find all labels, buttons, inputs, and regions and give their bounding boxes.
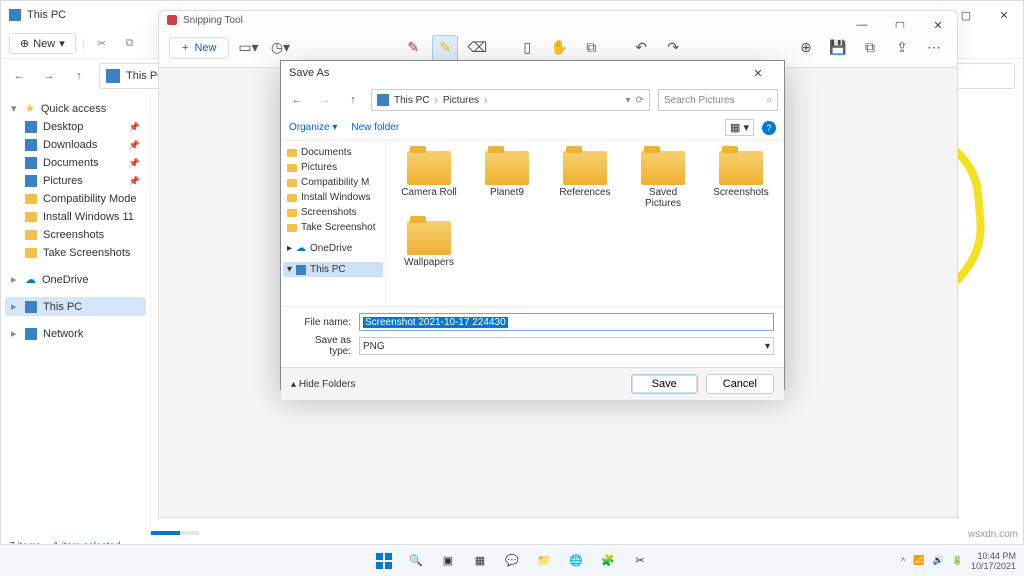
sa-side-onedrive[interactable]: ▸☁OneDrive bbox=[283, 241, 383, 256]
widgets-button[interactable]: ▦ bbox=[467, 548, 493, 574]
filename-label: File name: bbox=[291, 317, 351, 328]
hide-folders-button[interactable]: ▴ Hide Folders bbox=[291, 379, 356, 390]
search-button[interactable]: 🔍 bbox=[403, 548, 429, 574]
chrome-taskbar-icon[interactable]: 🌐 bbox=[563, 548, 589, 574]
sa-folder[interactable]: Planet9 bbox=[470, 147, 544, 213]
sa-side-item[interactable]: Documents bbox=[283, 145, 383, 160]
sa-side-thispc[interactable]: ▾This PC bbox=[283, 262, 383, 277]
sa-sidebar: Documents Pictures Compatibility M Insta… bbox=[281, 141, 386, 306]
sa-address-bar[interactable]: This PC› Pictures› ▾ ⟳ bbox=[371, 89, 650, 111]
sidebar-item[interactable]: Compatibility Mode bbox=[5, 190, 146, 208]
new-button[interactable]: ⊕ New ▾ bbox=[9, 33, 76, 54]
chat-button[interactable]: 💬 bbox=[499, 548, 525, 574]
more-icon[interactable]: ⋯ bbox=[921, 35, 947, 61]
sa-up-icon[interactable]: ↑ bbox=[343, 90, 363, 110]
fe-sidebar: ▾★Quick access Desktop📌 Downloads📌 Docum… bbox=[1, 93, 151, 527]
close-button[interactable]: ✕ bbox=[985, 1, 1023, 29]
organize-button[interactable]: Organize ▾ bbox=[289, 122, 337, 133]
new-folder-button[interactable]: New folder bbox=[351, 122, 399, 133]
cut-icon[interactable]: ✂ bbox=[91, 33, 113, 55]
touch-icon[interactable]: ✋ bbox=[546, 35, 572, 61]
volume-icon[interactable]: 🔊 bbox=[933, 555, 944, 566]
sidebar-item[interactable]: Downloads📌 bbox=[5, 136, 146, 154]
help-icon[interactable]: ? bbox=[762, 121, 776, 135]
delay-icon[interactable]: ◷▾ bbox=[267, 35, 293, 61]
fe-title-text: This PC bbox=[27, 9, 66, 21]
pen-red-icon[interactable]: ✎ bbox=[400, 35, 426, 61]
sa-folder[interactable]: Saved Pictures bbox=[626, 147, 700, 213]
sa-file-area[interactable]: Camera Roll Planet9 References Saved Pic… bbox=[386, 141, 784, 306]
start-button[interactable] bbox=[371, 548, 397, 574]
sa-side-item[interactable]: Install Windows bbox=[283, 190, 383, 205]
battery-icon[interactable]: 🔋 bbox=[952, 555, 963, 566]
sidebar-item[interactable]: Take Screenshots bbox=[5, 244, 146, 262]
save-button[interactable]: Save bbox=[631, 374, 698, 394]
highlighter-icon[interactable]: ✎ bbox=[432, 35, 458, 61]
explorer-taskbar-icon[interactable]: 📁 bbox=[531, 548, 557, 574]
search-icon: ⌕ bbox=[766, 95, 772, 106]
sidebar-item[interactable]: Documents📌 bbox=[5, 154, 146, 172]
cancel-button[interactable]: Cancel bbox=[706, 374, 774, 394]
sa-side-item[interactable]: Take Screenshot bbox=[283, 220, 383, 235]
pc-icon bbox=[106, 69, 120, 83]
pc-icon bbox=[377, 94, 389, 106]
save-icon[interactable]: 💾 bbox=[825, 35, 851, 61]
eraser-icon[interactable]: ⌫ bbox=[464, 35, 490, 61]
sidebar-this-pc[interactable]: ▸This PC bbox=[5, 297, 146, 316]
sidebar-network[interactable]: ▸Network bbox=[5, 324, 146, 343]
share-icon[interactable]: ⇪ bbox=[889, 35, 915, 61]
pc-icon bbox=[9, 9, 21, 21]
sa-folder[interactable]: Screenshots bbox=[704, 147, 778, 213]
sa-titlebar[interactable]: Save As ✕ bbox=[281, 61, 784, 85]
sa-side-item[interactable]: Pictures bbox=[283, 160, 383, 175]
refresh-icon[interactable]: ⟳ bbox=[636, 95, 644, 106]
tray-chevron-icon[interactable]: ^ bbox=[901, 556, 905, 566]
sidebar-item[interactable]: Screenshots bbox=[5, 226, 146, 244]
wifi-icon[interactable]: 📶 bbox=[913, 555, 924, 566]
view-icon[interactable]: ▦ ▾ bbox=[725, 119, 754, 136]
sa-folder[interactable]: Camera Roll bbox=[392, 147, 466, 213]
redo-icon[interactable]: ↷ bbox=[660, 35, 686, 61]
save-as-dialog: Save As ✕ ← → ↑ This PC› Pictures› ▾ ⟳ S… bbox=[280, 60, 785, 390]
sa-side-item[interactable]: Screenshots bbox=[283, 205, 383, 220]
snip-icon bbox=[167, 15, 177, 25]
sa-search-input[interactable]: Search Pictures ⌕ bbox=[658, 89, 778, 111]
sa-side-item[interactable]: Compatibility M bbox=[283, 175, 383, 190]
taskview-button[interactable]: ▣ bbox=[435, 548, 461, 574]
st-new-button[interactable]: + New bbox=[169, 37, 229, 59]
sidebar-item[interactable]: Desktop📌 bbox=[5, 118, 146, 136]
sidebar-quick-access[interactable]: ▾★Quick access bbox=[5, 99, 146, 118]
sa-folder[interactable]: References bbox=[548, 147, 622, 213]
watermark: wsxdn.com bbox=[968, 529, 1018, 540]
snip-mode-icon[interactable]: ▭▾ bbox=[235, 35, 261, 61]
sa-back-icon[interactable]: ← bbox=[287, 90, 307, 110]
zoom-icon[interactable]: ⊕ bbox=[793, 35, 819, 61]
sa-close-button[interactable]: ✕ bbox=[740, 67, 776, 80]
snip-taskbar-icon[interactable]: ✂ bbox=[627, 548, 653, 574]
undo-icon[interactable]: ↶ bbox=[628, 35, 654, 61]
sidebar-item[interactable]: Pictures📌 bbox=[5, 172, 146, 190]
copy-icon[interactable]: ⧉ bbox=[857, 35, 883, 61]
up-icon[interactable]: ↑ bbox=[69, 66, 89, 86]
sa-forward-icon[interactable]: → bbox=[315, 90, 335, 110]
back-icon[interactable]: ← bbox=[9, 66, 29, 86]
ruler-icon[interactable]: ▯ bbox=[514, 35, 540, 61]
filetype-label: Save as type: bbox=[291, 335, 351, 357]
sidebar-item[interactable]: Install Windows 11 bbox=[5, 208, 146, 226]
system-tray[interactable]: ^ 📶 🔊 🔋 10:44 PM 10/17/2021 bbox=[901, 551, 1016, 571]
filename-input[interactable]: Screenshot 2021-10-17 224430 bbox=[359, 313, 774, 331]
filetype-select[interactable]: PNG▾ bbox=[359, 337, 774, 355]
taskbar: 🔍 ▣ ▦ 💬 📁 🌐 🧩 ✂ ^ 📶 🔊 🔋 10:44 PM 10/17/2… bbox=[0, 544, 1024, 576]
sa-folder[interactable]: Wallpapers bbox=[392, 217, 466, 272]
forward-icon[interactable]: → bbox=[39, 66, 59, 86]
copy-icon[interactable]: ⧉ bbox=[119, 33, 141, 55]
app-taskbar-icon[interactable]: 🧩 bbox=[595, 548, 621, 574]
sidebar-onedrive[interactable]: ▸☁OneDrive bbox=[5, 270, 146, 289]
crop-icon[interactable]: ⧉ bbox=[578, 35, 604, 61]
